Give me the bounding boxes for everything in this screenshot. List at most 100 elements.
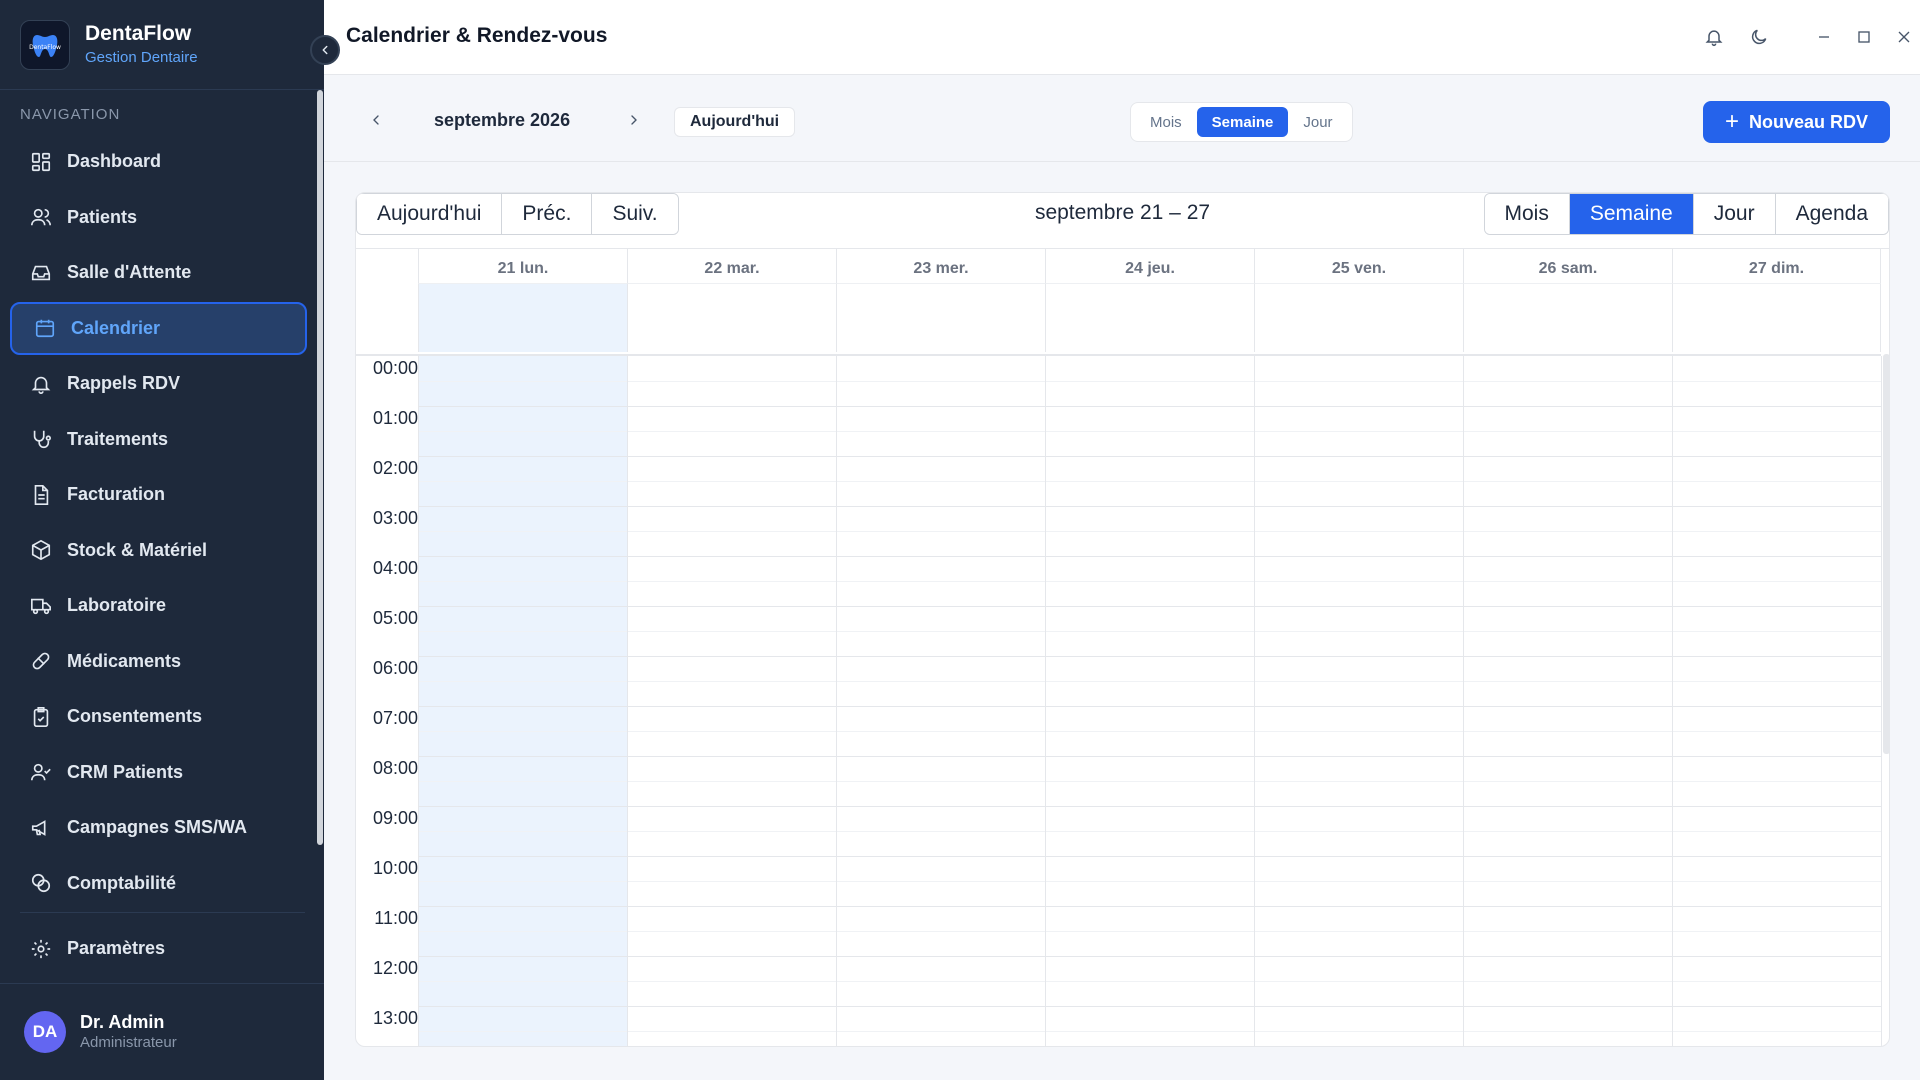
allday-slot[interactable] xyxy=(627,283,836,352)
pill-icon xyxy=(32,652,50,670)
day-column-divider xyxy=(1881,356,1882,1046)
allday-slot[interactable] xyxy=(1672,283,1881,352)
calendar-view-agenda[interactable]: Agenda xyxy=(1775,194,1888,234)
sidebar-item-calendar[interactable]: Calendrier xyxy=(10,301,307,355)
nav-divider xyxy=(20,912,305,913)
allday-slot[interactable] xyxy=(836,283,1045,352)
half-hour-line xyxy=(418,731,1881,732)
theme-toggle-button[interactable] xyxy=(1747,25,1771,49)
hour-label: 05:00 xyxy=(372,608,418,628)
sidebar-item-patients[interactable]: Patients xyxy=(10,191,307,244)
hour-label: 01:00 xyxy=(372,408,418,428)
close-icon xyxy=(1898,31,1910,43)
day-header[interactable]: 24 jeu. xyxy=(1045,249,1254,283)
hour-line xyxy=(418,506,1881,507)
calendar-view-month[interactable]: Mois xyxy=(1484,194,1570,234)
sidebar-item-consents[interactable]: Consentements xyxy=(10,690,307,743)
hour-label: 10:00 xyxy=(372,858,418,878)
half-hour-line xyxy=(418,381,1881,382)
allday-slot[interactable] xyxy=(1463,283,1672,352)
sidebar-item-billing[interactable]: Facturation xyxy=(10,468,307,521)
day-header[interactable]: 26 sam. xyxy=(1463,249,1672,283)
sidebar-item-settings[interactable]: Paramètres xyxy=(10,922,307,975)
sidebar-scrollbar[interactable] xyxy=(317,90,323,845)
sidebar-item-treatments[interactable]: Traitements xyxy=(10,413,307,466)
hour-label: 06:00 xyxy=(372,658,418,678)
sidebar-item-dashboard[interactable]: Dashboard xyxy=(10,135,307,188)
half-hour-line xyxy=(418,631,1881,632)
sidebar-item-label: Stock & Matériel xyxy=(67,539,208,560)
sidebar-item-waiting-room[interactable]: Salle d'Attente xyxy=(10,246,307,299)
user-role: Administrateur xyxy=(80,1034,177,1051)
window-close-button[interactable] xyxy=(1892,25,1916,49)
window-maximize-button[interactable] xyxy=(1852,25,1876,49)
allday-slot[interactable] xyxy=(1254,283,1463,352)
half-hour-line xyxy=(418,1031,1881,1032)
calendar-scrollbar[interactable] xyxy=(1883,354,1889,754)
day-column-divider xyxy=(627,356,628,1046)
nav-section-title: NAVIGATION xyxy=(20,106,121,123)
user-profile[interactable]: DA Dr. Admin Administrateur xyxy=(0,983,324,1080)
calendar-toolbar: septembre 2026 Aujourd'hui Mois Semaine … xyxy=(324,76,1920,162)
today-button[interactable]: Aujourd'hui xyxy=(674,107,796,137)
sidebar-item-label: Rappels RDV xyxy=(67,373,181,393)
sidebar-item-lab[interactable]: Laboratoire xyxy=(10,579,307,632)
grid-icon xyxy=(31,152,51,171)
time-grid[interactable]: 00:00 01:00 02:00 03:00 04:00 05:00 06:00 07:00… xyxy=(356,354,1882,1046)
day-header[interactable]: 21 lun. xyxy=(418,249,627,283)
sidebar-item-label: Salle d'Attente xyxy=(67,262,192,282)
allday-slot[interactable] xyxy=(1045,283,1254,352)
brand: DentaFlow DentaFlow Gestion Dentaire xyxy=(0,0,324,90)
notifications-button[interactable] xyxy=(1702,25,1726,49)
sidebar-item-crm[interactable]: CRM Patients xyxy=(10,746,307,799)
window-minimize-button[interactable] xyxy=(1812,25,1836,49)
day-header[interactable]: 27 dim. xyxy=(1672,249,1881,283)
hour-line xyxy=(418,456,1881,457)
hour-line xyxy=(418,856,1881,857)
today-column xyxy=(418,356,627,1046)
view-week-button[interactable]: Semaine xyxy=(1196,107,1289,137)
calendar-view-day[interactable]: Jour xyxy=(1693,194,1776,234)
new-appointment-label: Nouveau RDV xyxy=(1748,111,1869,132)
sidebar-item-reminders[interactable]: Rappels RDV xyxy=(10,357,307,410)
calendar-grid: 21 lun. 22 mar. 23 mer. 24 jeu. 25 ven. … xyxy=(356,248,1889,1046)
svg-text:DentaFlow: DentaFlow xyxy=(29,44,61,51)
sidebar-nav: Dashboard Patients Salle d'Attente Calen… xyxy=(10,135,307,912)
sidebar-item-campaigns[interactable]: Campagnes SMS/WA xyxy=(10,801,307,854)
sidebar-item-label: Dashboard xyxy=(67,151,162,171)
half-hour-line xyxy=(418,681,1881,682)
hour-label: 03:00 xyxy=(372,508,418,528)
sidebar-collapse-button[interactable] xyxy=(310,35,340,65)
half-hour-line xyxy=(418,881,1881,882)
day-header[interactable]: 23 mer. xyxy=(836,249,1045,283)
calendar-view-week[interactable]: Semaine xyxy=(1569,194,1694,234)
sidebar-item-accounting[interactable]: Comptabilité xyxy=(10,857,307,910)
megaphone-icon xyxy=(31,819,46,836)
sidebar-item-stock[interactable]: Stock & Matériel xyxy=(10,524,307,577)
bell-icon xyxy=(1705,30,1723,47)
sidebar-item-medications[interactable]: Médicaments xyxy=(10,635,307,688)
top-header: Calendrier & Rendez-vous xyxy=(324,0,1920,75)
day-header[interactable]: 22 mar. xyxy=(627,249,836,283)
half-hour-line xyxy=(418,981,1881,982)
day-header[interactable]: 25 ven. xyxy=(1254,249,1463,283)
next-month-button[interactable] xyxy=(622,108,646,132)
sidebar-item-label: Patients xyxy=(67,206,138,227)
sidebar-item-label: CRM Patients xyxy=(67,761,184,782)
sidebar-item-label: Campagnes SMS/WA xyxy=(67,817,248,837)
hour-line xyxy=(418,406,1881,407)
hour-label: 12:00 xyxy=(372,958,418,978)
hour-line xyxy=(418,606,1881,607)
view-month-button[interactable]: Mois xyxy=(1135,107,1197,137)
sidebar-item-label: Facturation xyxy=(67,484,166,504)
hour-label: 09:00 xyxy=(372,808,418,828)
previous-month-button[interactable] xyxy=(364,108,388,132)
app-name: DentaFlow xyxy=(85,21,192,45)
hour-line xyxy=(418,756,1881,757)
plus-icon: + xyxy=(1724,108,1739,135)
allday-slot-today[interactable] xyxy=(418,283,627,352)
gear-icon xyxy=(31,939,51,958)
new-appointment-button[interactable]: + Nouveau RDV xyxy=(1703,101,1890,143)
truck-icon xyxy=(31,598,51,614)
view-day-button[interactable]: Jour xyxy=(1288,107,1347,137)
